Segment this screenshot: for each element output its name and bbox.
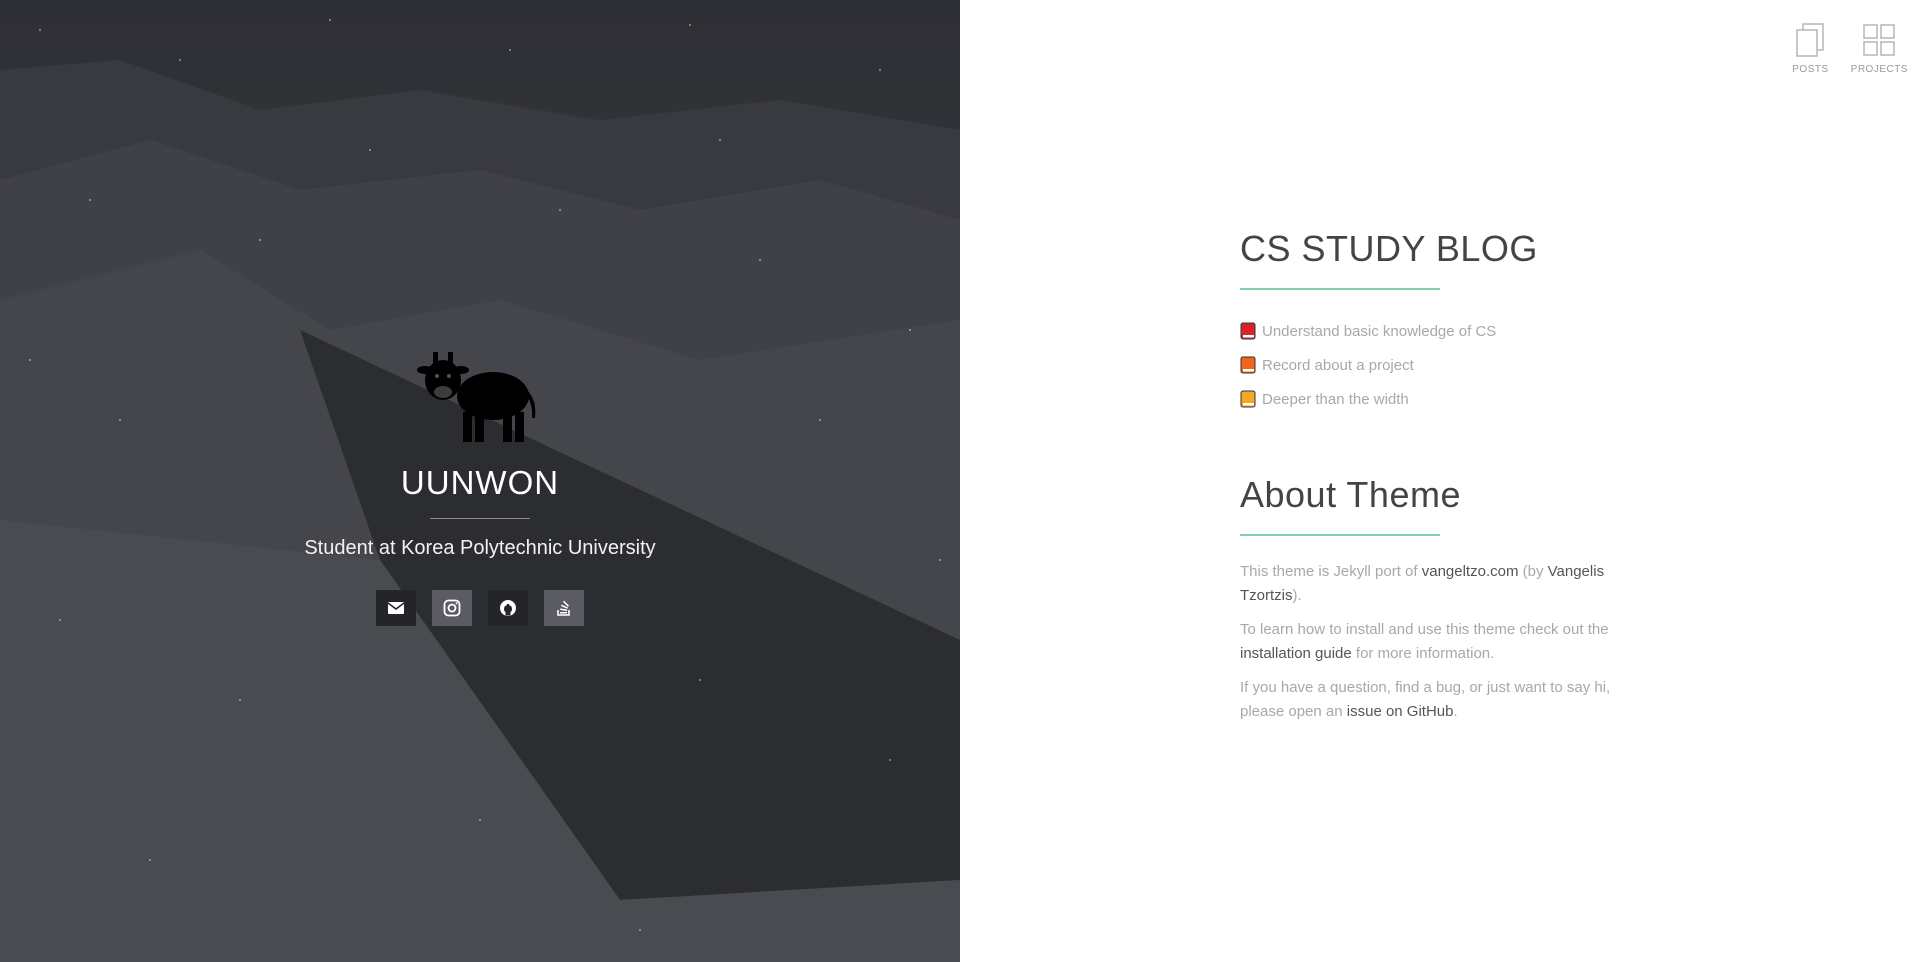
instagram-button[interactable] (432, 590, 472, 626)
instagram-icon (443, 599, 461, 617)
profile-name: UUNWON (400, 464, 560, 501)
top-nav: POSTS PROJECTS (1792, 22, 1908, 75)
goal-item: Record about a project (1240, 348, 1630, 382)
stackoverflow-button[interactable] (544, 590, 584, 626)
projects-grid-icon (1863, 24, 1896, 56)
nav-posts-label: POSTS (1792, 64, 1829, 75)
cow-icon (417, 352, 536, 442)
blog-title: CS STUDY BLOG (1240, 228, 1538, 269)
about-title-rule (1240, 534, 1440, 536)
social-links (0, 590, 960, 626)
nav-posts[interactable]: POSTS (1792, 22, 1828, 75)
text: . (1453, 703, 1458, 720)
about-paragraph-1: This theme is Jekyll port of vangeltzo.c… (1240, 560, 1630, 608)
text: This theme is Jekyll port of (1240, 563, 1422, 580)
content-panel: POSTS PROJECTS CS STUDY BLOG Understand … (960, 0, 1920, 962)
goal-text: Record about a project (1262, 356, 1414, 374)
goal-list: Understand basic knowledge of CS Record … (1240, 314, 1630, 416)
nav-projects-label: PROJECTS (1850, 64, 1908, 75)
email-button[interactable] (376, 590, 416, 626)
profile-panel: UUNWON Student at Korea Polytechnic Univ… (0, 0, 960, 962)
blog-title-rule (1240, 288, 1440, 290)
github-issue-link[interactable]: issue on GitHub (1347, 703, 1454, 720)
text: ). (1292, 587, 1302, 604)
about-paragraph-2: To learn how to install and use this the… (1240, 618, 1630, 666)
goal-text: Understand basic knowledge of CS (1262, 322, 1497, 340)
posts-icon (1796, 23, 1825, 57)
goal-text: Deeper than the width (1262, 390, 1409, 408)
github-button[interactable] (488, 590, 528, 626)
profile-card: UUNWON Student at Korea Polytechnic Univ… (0, 340, 960, 626)
name-divider (430, 518, 530, 519)
goal-item: Deeper than the width (1240, 382, 1630, 416)
about-paragraph-3: If you have a question, find a bug, or j… (1240, 676, 1630, 724)
text: (by (1518, 563, 1548, 580)
installation-guide-link[interactable]: installation guide (1240, 645, 1352, 662)
red-book-icon (1240, 322, 1256, 340)
main-content: CS STUDY BLOG Understand basic knowledge… (1240, 228, 1630, 734)
about-title: About Theme (1240, 474, 1461, 515)
yellow-book-icon (1240, 390, 1256, 408)
orange-book-icon (1240, 356, 1256, 374)
profile-subtitle: Student at Korea Polytechnic University (304, 537, 656, 559)
text: for more information. (1351, 645, 1495, 662)
goal-item: Understand basic knowledge of CS (1240, 314, 1630, 348)
about-section: About Theme This theme is Jekyll port of… (1240, 474, 1630, 724)
vangeltzo-link[interactable]: vangeltzo.com (1422, 563, 1519, 580)
text: To learn how to install and use this the… (1240, 621, 1609, 638)
nav-projects[interactable]: PROJECTS (1851, 22, 1908, 75)
github-icon (500, 600, 516, 616)
stackoverflow-icon (557, 600, 570, 616)
envelope-icon (387, 602, 405, 614)
